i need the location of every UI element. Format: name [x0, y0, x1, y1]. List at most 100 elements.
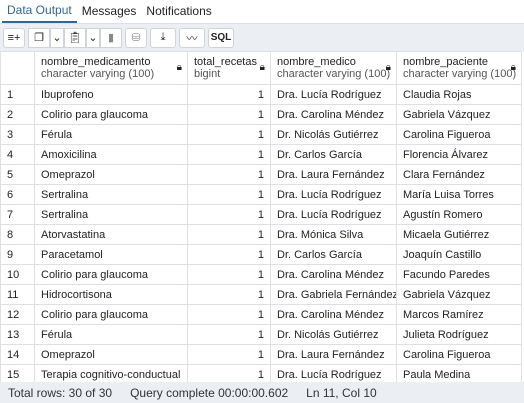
table-cell[interactable]: Colirio para glaucoma: [34, 264, 188, 285]
delete-button[interactable]: ▮: [100, 27, 122, 48]
table-row[interactable]: 13 Férula 1 Dr. Nicolás Gutiérrez Julieta Ro…: [0, 324, 522, 345]
column-header[interactable]: nombre_medicamento character varying (100…: [34, 51, 188, 85]
row-number[interactable]: 8: [0, 224, 35, 245]
table-cell[interactable]: Amoxicilina: [34, 144, 188, 165]
row-number[interactable]: 12: [0, 304, 35, 325]
tab-messages[interactable]: Messages: [77, 4, 142, 23]
row-number[interactable]: 9: [0, 244, 35, 265]
table-cell[interactable]: Dr. Carlos García: [270, 144, 397, 165]
row-number[interactable]: 3: [0, 124, 35, 145]
table-cell[interactable]: Férula: [34, 124, 188, 145]
table-cell[interactable]: Dra. Lucía Rodríguez: [270, 204, 397, 225]
table-cell[interactable]: 1: [187, 144, 271, 165]
table-cell[interactable]: 1: [187, 244, 271, 265]
table-row[interactable]: 1 Ibuprofeno 1 Dra. Lucía Rodríguez Claudia …: [0, 84, 522, 105]
table-cell[interactable]: Sertralina: [34, 204, 188, 225]
table-row[interactable]: 3 Férula 1 Dr. Nicolás Gutiérrez Carolina Fi…: [0, 124, 522, 145]
tab-notifications[interactable]: Notifications: [141, 4, 216, 23]
table-cell[interactable]: Dra. Lucía Rodríguez: [270, 184, 397, 205]
table-cell[interactable]: Dra. Carolina Méndez: [270, 104, 397, 125]
table-cell[interactable]: Dra. Carolina Méndez: [270, 304, 397, 325]
column-header[interactable]: total_recetas bigint 🔒︎: [187, 51, 271, 85]
copy-button[interactable]: ❐: [28, 27, 50, 48]
paste-button[interactable]: 📋︎: [64, 27, 86, 48]
graph-button[interactable]: 〰: [179, 27, 205, 48]
table-cell[interactable]: Florencia Álvarez: [396, 144, 522, 165]
table-cell[interactable]: 1: [187, 324, 271, 345]
table-row[interactable]: 7 Sertralina 1 Dra. Lucía Rodríguez Agustín …: [0, 204, 522, 225]
table-cell[interactable]: María Luisa Torres: [396, 184, 522, 205]
table-cell[interactable]: Marcos Ramírez: [396, 304, 522, 325]
table-row[interactable]: 8 Atorvastatina 1 Dra. Mónica Silva Micaela …: [0, 224, 522, 245]
table-cell[interactable]: Carolina Figueroa: [396, 344, 522, 365]
table-cell[interactable]: Gabriela Vázquez: [396, 104, 522, 125]
table-cell[interactable]: 1: [187, 224, 271, 245]
table-cell[interactable]: Atorvastatina: [34, 224, 188, 245]
table-row[interactable]: 2 Colirio para glaucoma 1 Dra. Carolina Mén…: [0, 104, 522, 125]
table-row[interactable]: 9 Paracetamol 1 Dr. Carlos García Joaquín Ca…: [0, 244, 522, 265]
table-cell[interactable]: Clara Fernández: [396, 164, 522, 185]
table-cell[interactable]: 1: [187, 344, 271, 365]
table-cell[interactable]: Facundo Paredes: [396, 264, 522, 285]
table-cell[interactable]: Paracetamol: [34, 244, 188, 265]
row-number[interactable]: 11: [0, 284, 35, 305]
table-cell[interactable]: Dr. Nicolás Gutiérrez: [270, 324, 397, 345]
table-cell[interactable]: 1: [187, 164, 271, 185]
row-number[interactable]: 6: [0, 184, 35, 205]
paste-options-button[interactable]: ⌄: [86, 27, 100, 48]
table-cell[interactable]: 1: [187, 264, 271, 285]
table-cell[interactable]: Dra. Laura Fernández: [270, 164, 397, 185]
sql-button[interactable]: SQL: [208, 27, 234, 48]
table-cell[interactable]: Omeprazol: [34, 344, 188, 365]
table-row[interactable]: 10 Colirio para glaucoma 1 Dra. Carolina Mé…: [0, 264, 522, 285]
tab-data-output[interactable]: Data Output: [2, 3, 77, 23]
table-cell[interactable]: Dra. Gabriela Fernández: [270, 284, 397, 305]
copy-options-button[interactable]: ⌄: [50, 27, 64, 48]
column-header[interactable]: nombre_paciente character varying (100) 🔒︎: [396, 51, 522, 85]
row-number[interactable]: 7: [0, 204, 35, 225]
table-cell[interactable]: Férula: [34, 324, 188, 345]
table-row[interactable]: 6 Sertralina 1 Dra. Lucía Rodríguez María Lu…: [0, 184, 522, 205]
table-cell[interactable]: 1: [187, 104, 271, 125]
table-cell[interactable]: Agustín Romero: [396, 204, 522, 225]
table-cell[interactable]: 1: [187, 124, 271, 145]
table-cell[interactable]: Dra. Lucía Rodríguez: [270, 84, 397, 105]
table-cell[interactable]: 1: [187, 84, 271, 105]
table-cell[interactable]: Ibuprofeno: [34, 84, 188, 105]
row-number[interactable]: 13: [0, 324, 35, 345]
table-cell[interactable]: 1: [187, 184, 271, 205]
column-header[interactable]: nombre_medico character varying (100) 🔒︎: [270, 51, 397, 85]
row-number[interactable]: 10: [0, 264, 35, 285]
table-cell[interactable]: Dra. Carolina Méndez: [270, 264, 397, 285]
row-number[interactable]: 2: [0, 104, 35, 125]
table-cell[interactable]: Carolina Figueroa: [396, 124, 522, 145]
row-number[interactable]: 5: [0, 164, 35, 185]
table-cell[interactable]: Gabriela Vázquez: [396, 284, 522, 305]
table-row[interactable]: 12 Colirio para glaucoma 1 Dra. Carolina Mé…: [0, 304, 522, 325]
table-cell[interactable]: Claudia Rojas: [396, 84, 522, 105]
table-cell[interactable]: Omeprazol: [34, 164, 188, 185]
table-cell[interactable]: Dr. Nicolás Gutiérrez: [270, 124, 397, 145]
table-cell[interactable]: Julieta Rodríguez: [396, 324, 522, 345]
row-number[interactable]: 4: [0, 144, 35, 165]
save-data-button[interactable]: ⛁: [125, 27, 147, 48]
row-number[interactable]: 14: [0, 344, 35, 365]
table-cell[interactable]: Hidrocortisona: [34, 284, 188, 305]
row-number[interactable]: 1: [0, 84, 35, 105]
table-cell[interactable]: Dra. Mónica Silva: [270, 224, 397, 245]
table-cell[interactable]: Micaela Gutiérrez: [396, 224, 522, 245]
table-cell[interactable]: Colirio para glaucoma: [34, 304, 188, 325]
table-cell[interactable]: Colirio para glaucoma: [34, 104, 188, 125]
table-row[interactable]: 4 Amoxicilina 1 Dr. Carlos García Florencia …: [0, 144, 522, 165]
table-cell[interactable]: Sertralina: [34, 184, 188, 205]
table-cell[interactable]: 1: [187, 204, 271, 225]
add-row-button[interactable]: ≡+: [3, 27, 25, 48]
table-row[interactable]: 14 Omeprazol 1 Dra. Laura Fernández Carolina…: [0, 344, 522, 365]
table-cell[interactable]: 1: [187, 304, 271, 325]
table-cell[interactable]: 1: [187, 284, 271, 305]
download-button[interactable]: ⤓: [150, 27, 176, 48]
table-cell[interactable]: Joaquín Castillo: [396, 244, 522, 265]
table-cell[interactable]: Dra. Laura Fernández: [270, 344, 397, 365]
table-row[interactable]: 11 Hidrocortisona 1 Dra. Gabriela Fernández…: [0, 284, 522, 305]
table-cell[interactable]: Dr. Carlos García: [270, 244, 397, 265]
